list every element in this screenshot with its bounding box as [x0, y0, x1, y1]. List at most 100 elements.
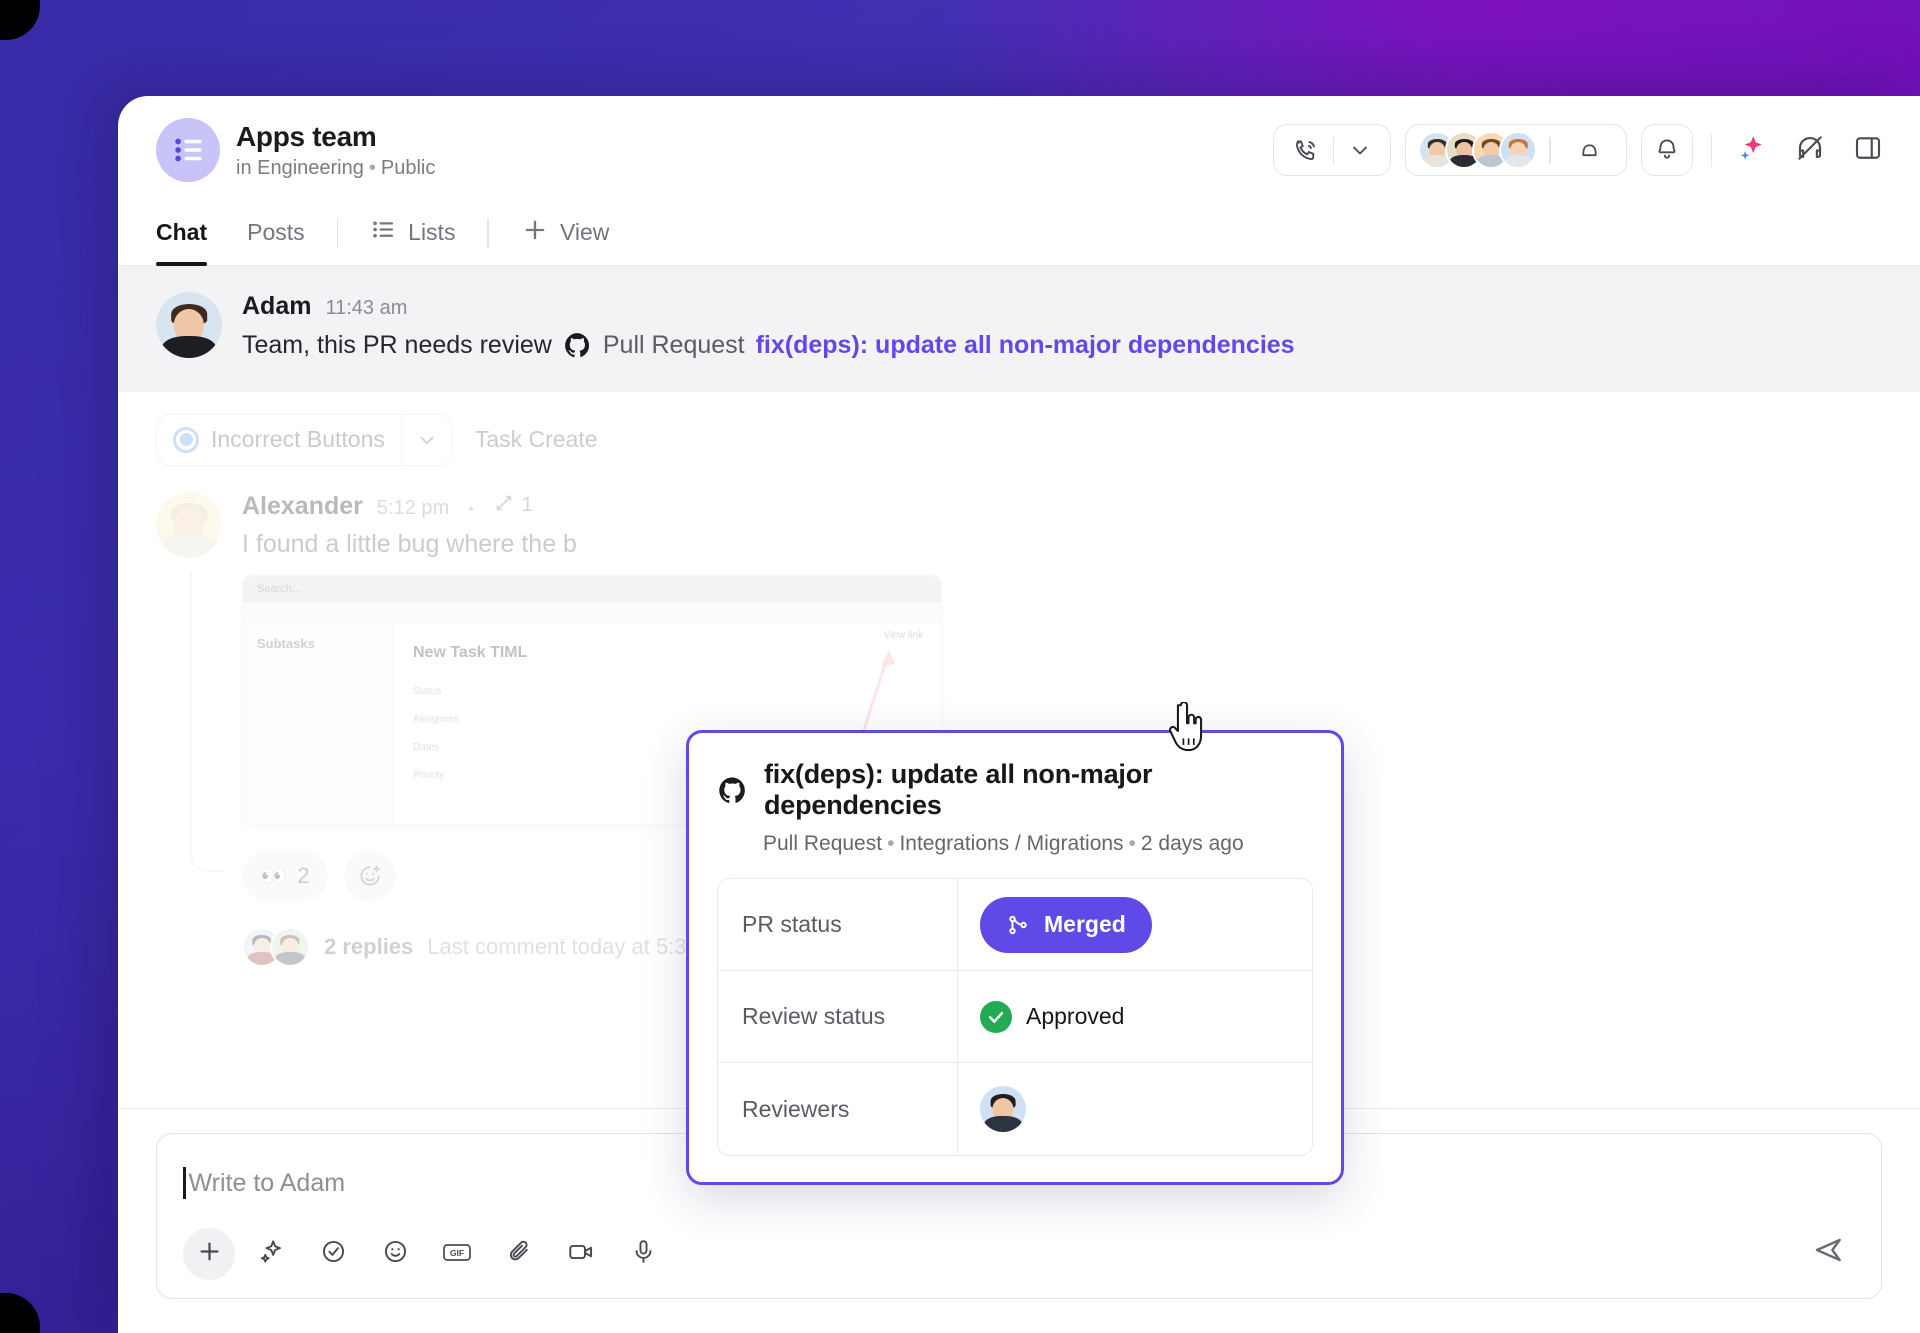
message-highlighted[interactable]: Adam 11:43 am Team, this PR needs review…: [118, 266, 1920, 392]
ai-assistant-button[interactable]: [1730, 128, 1774, 172]
microphone-icon: [630, 1238, 657, 1270]
side-panel-icon: [1853, 133, 1883, 168]
tab-lists[interactable]: Lists: [350, 200, 475, 266]
row-value: Merged: [958, 879, 1312, 970]
row-value: [958, 1063, 1312, 1155]
task-created-label: Task Create: [474, 426, 598, 452]
channel-header: Apps team in Engineering • Public: [118, 96, 1920, 200]
attach-button[interactable]: [493, 1228, 545, 1280]
status-badge[interactable]: Merged: [980, 896, 1152, 953]
divider: [1549, 137, 1551, 163]
channel-subtitle: in Engineering • Public: [236, 156, 435, 180]
video-button[interactable]: [555, 1228, 607, 1280]
phone-call-icon[interactable]: [1278, 125, 1333, 175]
row-key: Reviewers: [718, 1063, 958, 1155]
call-control: [1272, 124, 1392, 176]
avatar-stack[interactable]: [1418, 131, 1538, 169]
gif-icon: GIF: [442, 1237, 472, 1272]
link-kind-label: Pull Request: [602, 331, 745, 359]
radio-filled-icon: [173, 426, 199, 453]
row-value: Approved: [958, 971, 1312, 1062]
bell-icon: [1654, 135, 1680, 166]
task-status-chip[interactable]: Incorrect Buttons: [156, 413, 453, 466]
tab-add-view[interactable]: View: [501, 200, 629, 266]
toggle-side-panel-button[interactable]: [1846, 128, 1890, 172]
plus-icon: [196, 1238, 223, 1270]
task-button[interactable]: [307, 1228, 359, 1280]
pr-title[interactable]: fix(deps): update all non-major dependen…: [764, 759, 1313, 821]
microphone-button[interactable]: [617, 1228, 669, 1280]
focus-mode-button[interactable]: [1788, 128, 1832, 172]
message-text: Team, this PR needs review: [242, 331, 552, 359]
pr-age: 2 days ago: [1140, 832, 1244, 855]
plus-icon: [521, 216, 549, 250]
pr-kind: Pull Request: [763, 832, 883, 855]
channel-identity[interactable]: Apps team in Engineering • Public: [156, 118, 435, 182]
tab-label: View: [559, 219, 610, 245]
divider: [1710, 133, 1712, 167]
review-status: Approved: [980, 1000, 1125, 1033]
chevron-down-icon[interactable]: [1334, 125, 1386, 175]
task-chip-row: Incorrect Buttons Task Create: [156, 413, 1882, 466]
emoji-add-icon[interactable]: [343, 850, 396, 901]
git-merge-icon: [1006, 913, 1030, 937]
avatar: [270, 926, 310, 967]
row-key: Review status: [718, 971, 958, 1062]
reaction-eyes[interactable]: 👀 2: [242, 850, 328, 901]
gif-button[interactable]: GIF: [431, 1228, 483, 1280]
chevron-down-icon[interactable]: [400, 414, 452, 465]
message-author: Alexander: [242, 491, 363, 520]
task-chip-main[interactable]: Incorrect Buttons: [157, 426, 401, 453]
separator-dot: •: [368, 157, 376, 180]
eyes-emoji: 👀: [260, 862, 288, 888]
tab-label: Lists: [408, 219, 456, 245]
text-caret: [183, 1167, 186, 1199]
review-status-label: Approved: [1026, 1003, 1125, 1029]
message-timestamp: 11:43 am: [325, 297, 408, 319]
thread-icon: [493, 492, 515, 520]
message-header: Alexander 5:12 pm • 1: [242, 492, 1882, 521]
row-key: PR status: [718, 879, 958, 970]
replies-count: 2 replies: [324, 933, 414, 959]
send-button[interactable]: [1803, 1226, 1855, 1278]
avatar: [156, 491, 222, 558]
reaction-count: 2: [297, 862, 310, 888]
header-actions: [1272, 124, 1890, 176]
separator-dot: •: [1128, 832, 1136, 855]
separator-dot: •: [468, 500, 474, 518]
bell-outline-icon[interactable]: [1563, 125, 1616, 175]
thread-rail: [190, 571, 224, 872]
divider: [487, 217, 489, 248]
avatar: [156, 292, 222, 358]
ai-button[interactable]: [245, 1228, 297, 1280]
avatar[interactable]: [980, 1086, 1026, 1132]
pr-details-table: PR status Merged Review status Approved …: [717, 878, 1313, 1156]
task-chip-label: Incorrect Buttons: [211, 426, 385, 452]
emoji-button[interactable]: [369, 1228, 421, 1280]
tab-posts[interactable]: Posts: [227, 200, 325, 266]
members-control: [1405, 124, 1627, 176]
message-timestamp: 5:12 pm: [376, 496, 450, 519]
avatar: [1499, 131, 1538, 169]
tab-label: Chat: [156, 219, 208, 245]
list-bullets-icon: [156, 118, 220, 182]
sparkle-icon: [258, 1238, 285, 1270]
message-author: Adam: [242, 292, 312, 320]
divider: [336, 217, 339, 248]
notifications-button[interactable]: [1640, 124, 1693, 176]
thread-count-label: 1: [521, 494, 533, 516]
thread-indicator[interactable]: 1: [493, 492, 533, 520]
table-row: PR status Merged: [718, 879, 1312, 971]
sparkle-icon: [1737, 133, 1767, 168]
list-icon: [370, 216, 397, 249]
pull-request-link[interactable]: fix(deps): update all non-major dependen…: [756, 329, 1295, 362]
check-circle-icon: [320, 1238, 347, 1270]
tab-chat[interactable]: Chat: [156, 200, 227, 266]
pr-meta: Pull Request • Integrations / Migrations • 2…: [763, 832, 1313, 856]
composer-toolbar: GIF: [183, 1228, 1855, 1280]
paperclip-icon: [506, 1238, 533, 1270]
tab-label: Posts: [247, 219, 305, 245]
add-button[interactable]: [183, 1228, 235, 1280]
pointing-hand-cursor: [1166, 701, 1206, 759]
message-header: Adam 11:43 am: [242, 292, 1882, 321]
